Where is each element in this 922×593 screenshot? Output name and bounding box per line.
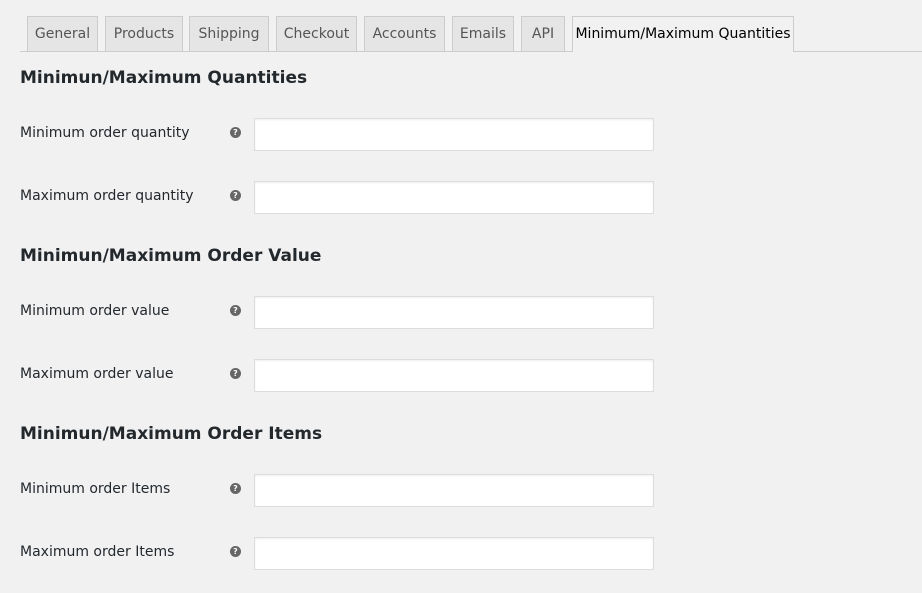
min-order-value-label: Minimum order value bbox=[20, 303, 170, 319]
min-order-items-input[interactable] bbox=[254, 474, 654, 507]
min-order-quantity-input[interactable] bbox=[254, 118, 654, 151]
tab-emails[interactable]: Emails bbox=[452, 16, 514, 51]
tab-products[interactable]: Products bbox=[105, 16, 183, 51]
min-order-value-input[interactable] bbox=[254, 296, 654, 329]
help-icon[interactable]: ? bbox=[230, 127, 241, 138]
max-order-value-input[interactable] bbox=[254, 359, 654, 392]
tab-min-max-quantities[interactable]: Minimum/Maximum Quantities bbox=[572, 16, 794, 52]
min-order-quantity-label: Minimum order quantity bbox=[20, 125, 190, 141]
max-order-quantity-label: Maximum order quantity bbox=[20, 188, 194, 204]
help-icon[interactable]: ? bbox=[230, 483, 241, 494]
help-icon[interactable]: ? bbox=[230, 546, 241, 557]
max-order-value-label: Maximum order value bbox=[20, 366, 174, 382]
min-order-items-label: Minimum order Items bbox=[20, 481, 171, 497]
tab-shipping[interactable]: Shipping bbox=[189, 16, 269, 51]
tab-api[interactable]: API bbox=[521, 16, 565, 51]
tab-accounts[interactable]: Accounts bbox=[364, 16, 445, 51]
tab-general[interactable]: General bbox=[27, 16, 98, 51]
help-icon[interactable]: ? bbox=[230, 190, 241, 201]
max-order-items-input[interactable] bbox=[254, 537, 654, 570]
help-icon[interactable]: ? bbox=[230, 305, 241, 316]
settings-tabs: General Products Shipping Checkout Accou… bbox=[0, 0, 922, 52]
section-title-order-value: Minimun/Maximum Order Value bbox=[20, 246, 322, 266]
section-title-quantities: Minimun/Maximum Quantities bbox=[20, 68, 308, 88]
max-order-quantity-input[interactable] bbox=[254, 181, 654, 214]
help-icon[interactable]: ? bbox=[230, 368, 241, 379]
section-title-order-items: Minimun/Maximum Order Items bbox=[20, 424, 323, 444]
tab-checkout[interactable]: Checkout bbox=[276, 16, 357, 51]
max-order-items-label: Maximum order Items bbox=[20, 544, 175, 560]
